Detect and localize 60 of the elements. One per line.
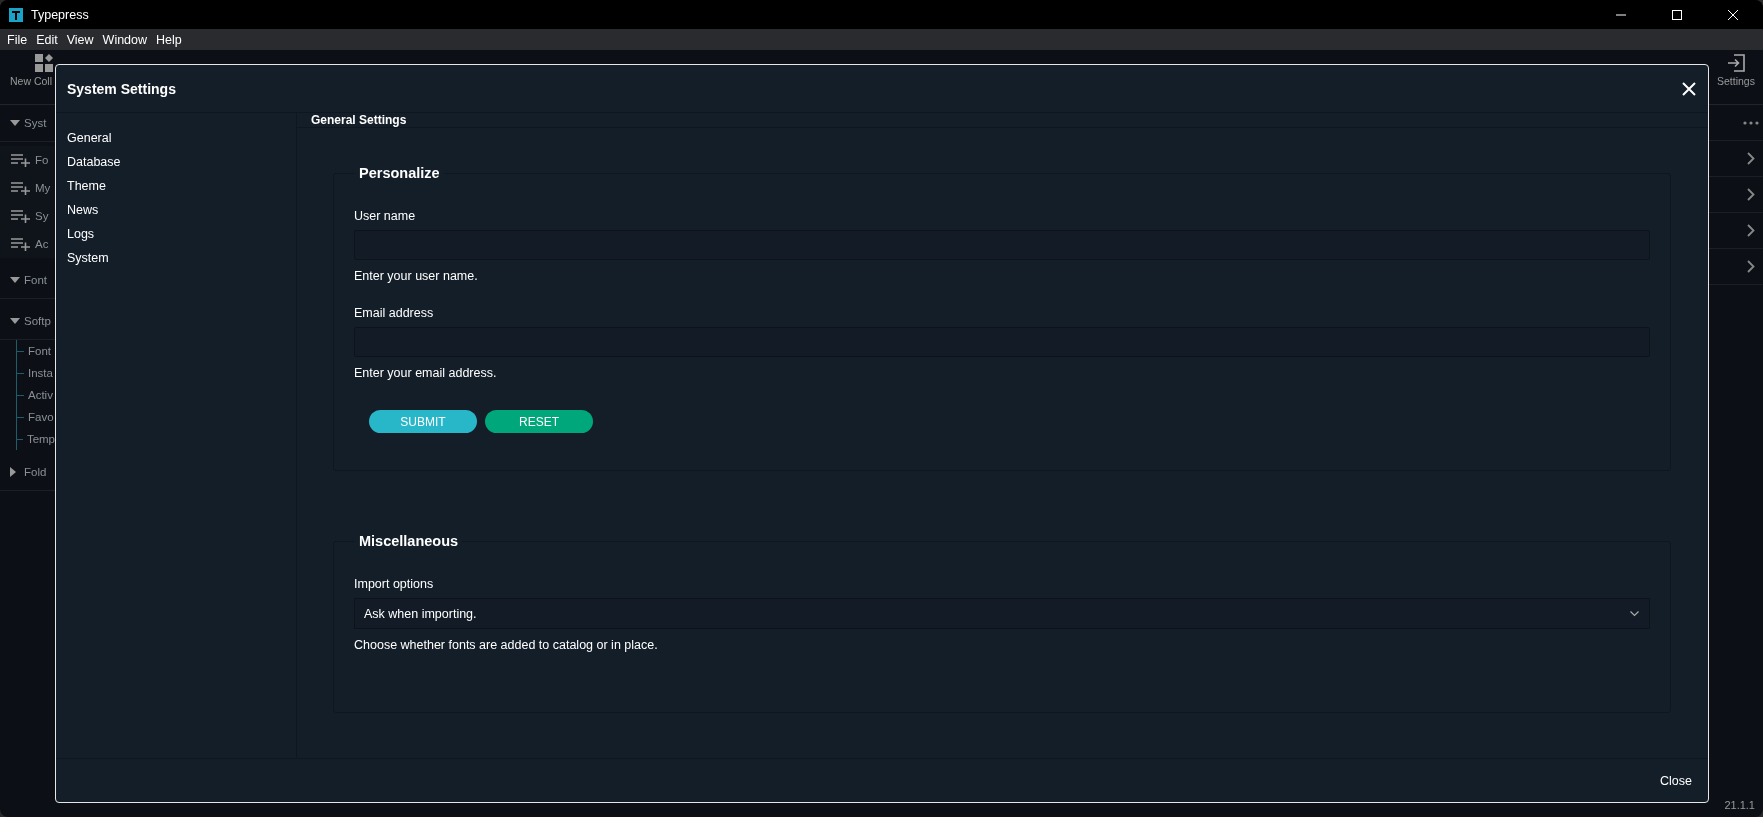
- tree-item[interactable]: Font: [24, 274, 47, 286]
- playlist-add-icon: [11, 153, 31, 167]
- menu-item[interactable]: Edit: [32, 32, 62, 47]
- chevron-right-icon[interactable]: [1747, 224, 1755, 237]
- collection-item[interactable]: Sy: [35, 210, 49, 222]
- menu-item[interactable]: View: [62, 32, 98, 47]
- menu-item[interactable]: File: [3, 32, 32, 47]
- field-label: Import options: [354, 577, 434, 591]
- nav-item[interactable]: Database: [67, 150, 121, 174]
- toolbar-button[interactable]: New Coll: [0, 50, 55, 87]
- app-logo-icon: [9, 7, 23, 22]
- maximize-icon[interactable]: [1671, 8, 1683, 21]
- playlist-add-icon: [11, 209, 31, 223]
- field-label: Email address: [354, 306, 434, 320]
- group-title: Miscellaneous: [358, 533, 460, 549]
- tree-item[interactable]: Activ: [28, 389, 53, 401]
- menu-item[interactable]: Help: [152, 32, 186, 47]
- chevron-right-icon[interactable]: [1747, 188, 1755, 201]
- field-hint: Enter your email address.: [354, 366, 497, 380]
- menu-item[interactable]: Window: [98, 32, 152, 47]
- nav-item[interactable]: News: [67, 198, 99, 222]
- dropdown[interactable]: Ask when importing.: [354, 598, 1650, 629]
- field-hint: Choose whether fonts are added to catalog or in place.: [354, 638, 658, 652]
- chevron-right-icon[interactable]: [1747, 152, 1755, 165]
- group-title: Personalize: [358, 165, 441, 181]
- caret-down-icon[interactable]: [10, 277, 20, 283]
- chevron-down-icon: [1630, 610, 1639, 617]
- caret-down-icon[interactable]: [10, 318, 20, 324]
- tree-item[interactable]: Softp: [24, 315, 51, 327]
- section-heading: General Settings: [311, 113, 407, 127]
- nav-item[interactable]: General: [67, 126, 112, 150]
- field-hint: Enter your user name.: [354, 269, 478, 283]
- close-button[interactable]: Close: [1656, 771, 1696, 790]
- toolbar-button[interactable]: Settings: [1717, 50, 1755, 104]
- collection-item[interactable]: Ac: [35, 238, 49, 250]
- tree-item[interactable]: Syst: [24, 117, 47, 129]
- field-label: User name: [354, 209, 416, 223]
- dialog-title: System Settings: [67, 80, 176, 97]
- collection-item[interactable]: Fo: [35, 154, 49, 166]
- playlist-add-icon: [11, 237, 31, 251]
- caret-right-icon[interactable]: [10, 467, 16, 477]
- nav-item[interactable]: Logs: [67, 222, 95, 246]
- tree-item[interactable]: Favo: [28, 411, 54, 423]
- grid-icon: [35, 54, 53, 72]
- tree-item[interactable]: Font: [28, 345, 51, 357]
- tree-item[interactable]: Fold: [24, 466, 47, 478]
- collection-item[interactable]: My: [35, 182, 51, 194]
- close-icon[interactable]: [1682, 81, 1696, 96]
- more-icon[interactable]: [1743, 120, 1759, 125]
- tree-item[interactable]: Insta: [28, 367, 53, 379]
- caret-down-icon[interactable]: [10, 120, 20, 126]
- nav-item[interactable]: System: [67, 246, 109, 270]
- version-label: 21.1.1: [1723, 799, 1756, 813]
- chevron-right-icon[interactable]: [1747, 260, 1755, 273]
- tree-item[interactable]: Temp: [26, 433, 55, 445]
- playlist-add-icon: [11, 181, 31, 195]
- window-title: Typepress: [31, 7, 89, 22]
- close-icon[interactable]: [1727, 8, 1739, 21]
- sign-in-icon: [1727, 54, 1745, 72]
- nav-item[interactable]: Theme: [67, 174, 106, 198]
